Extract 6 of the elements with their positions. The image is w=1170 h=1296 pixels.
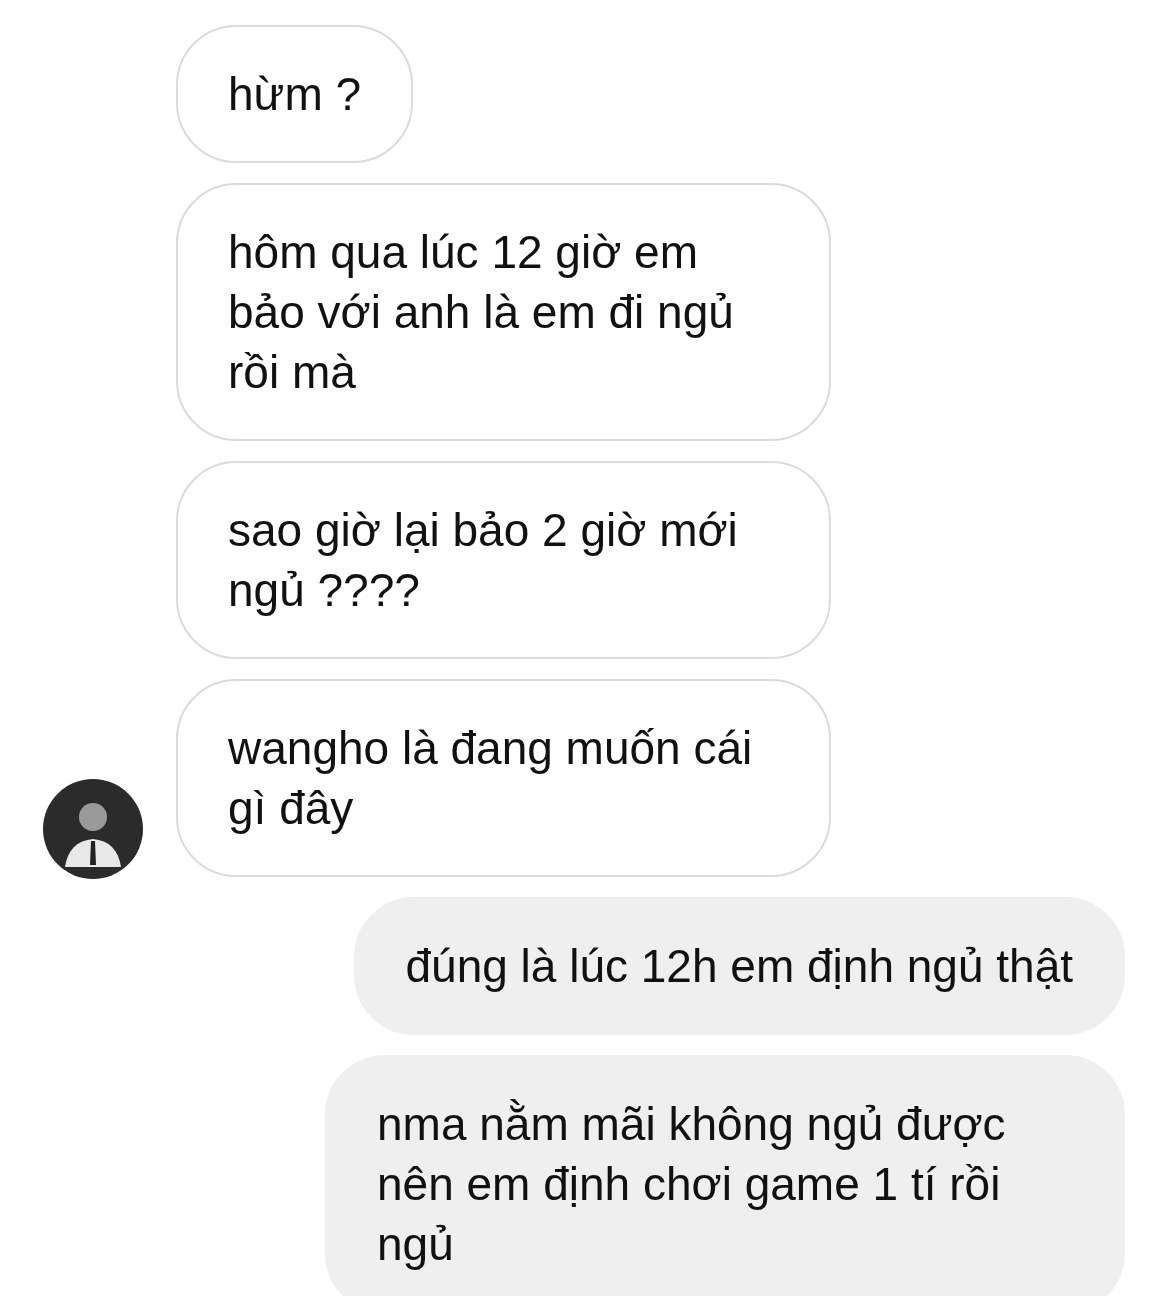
sent-message: nma nằm mãi không ngủ được nên em định chơi game 1 tí rồi ngủ: [325, 1055, 1125, 1296]
received-message: hừm ?: [176, 25, 414, 163]
sent-message: đúng là lúc 12h em định ngủ thật: [353, 897, 1125, 1035]
received-message: hôm qua lúc 12 giờ em bảo với anh là em đi ngủ rồi mà: [176, 183, 831, 441]
received-message: wangho là đang muốn cái gì đây: [176, 679, 831, 877]
received-message: sao giờ lại bảo 2 giờ mới ngủ ????: [176, 461, 831, 659]
